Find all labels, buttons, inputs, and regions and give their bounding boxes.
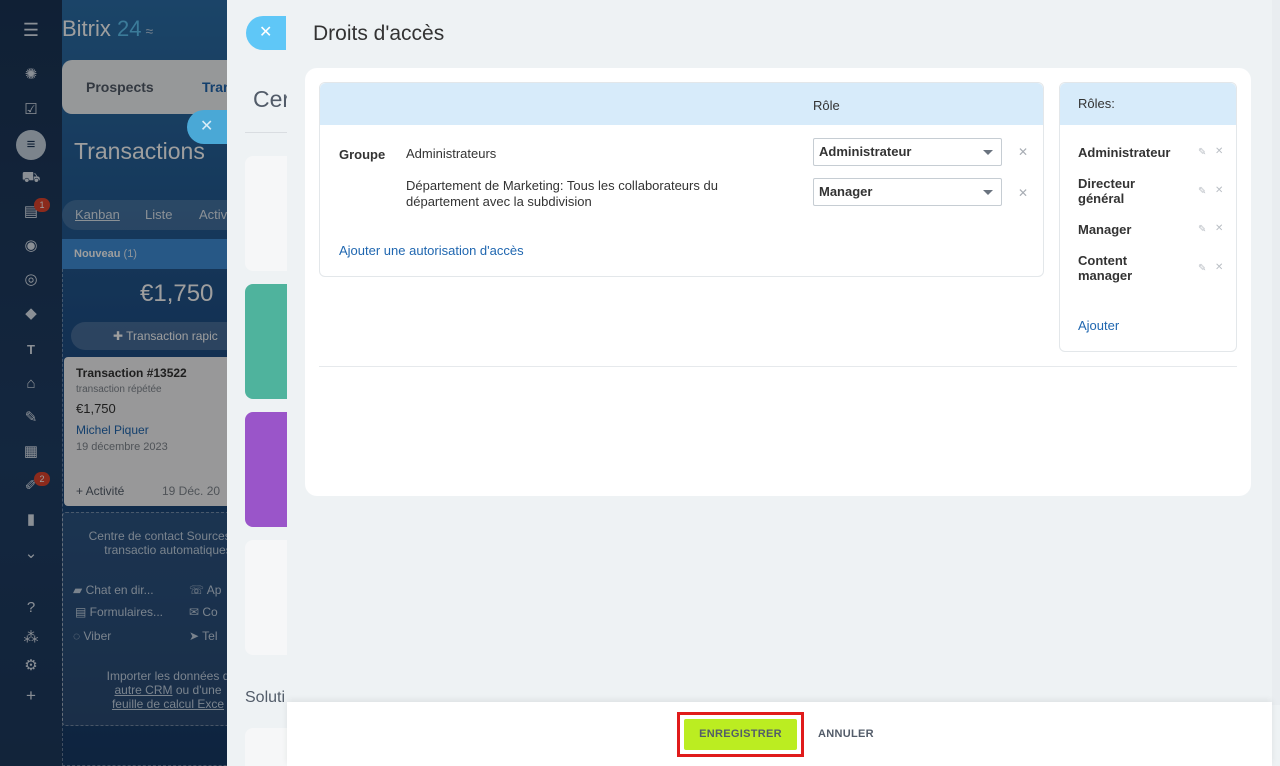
edit-role-icon[interactable]: ✎	[1198, 224, 1206, 235]
solutions-heading: Soluti	[245, 689, 286, 706]
edit-role-icon[interactable]: ✎	[1198, 147, 1206, 158]
permissions-table: Rôle Groupe Administrateurs Administrate…	[319, 82, 1044, 277]
access-subject-name: Département de Marketing: Tous les colla…	[406, 178, 718, 209]
add-role-link[interactable]: Ajouter	[1078, 318, 1119, 333]
role-item[interactable]: Manager	[1078, 222, 1188, 237]
permissions-header: Rôle	[320, 83, 1043, 125]
add-access-permission-link[interactable]: Ajouter une autorisation d'accès	[339, 243, 524, 258]
remove-access-icon[interactable]: ✕	[1018, 145, 1028, 159]
tile[interactable]	[245, 412, 287, 527]
role-column-header: Rôle	[813, 98, 840, 113]
tile[interactable]	[245, 284, 287, 399]
edit-role-icon[interactable]: ✎	[1198, 263, 1206, 274]
divider	[245, 132, 287, 133]
delete-role-icon[interactable]: ✕	[1215, 223, 1223, 234]
delete-role-icon[interactable]: ✕	[1215, 185, 1223, 196]
delete-role-icon[interactable]: ✕	[1215, 146, 1223, 157]
access-subject-name: Administrateurs	[406, 146, 497, 161]
access-rights-card: Rôle Groupe Administrateurs Administrate…	[305, 68, 1251, 496]
group-label: Groupe	[339, 147, 386, 162]
role-select[interactable]: Administrateur	[813, 138, 1002, 166]
edit-role-icon[interactable]: ✎	[1198, 186, 1206, 197]
remove-access-icon[interactable]: ✕	[1018, 186, 1028, 200]
roles-list: Rôles: Administrateur ✎ ✕ Directeur géné…	[1059, 82, 1237, 352]
chevron-down-icon	[983, 190, 993, 195]
role-item[interactable]: Administrateur	[1078, 145, 1188, 160]
close-background-slider-icon[interactable]: ✕	[187, 110, 227, 144]
tile[interactable]	[245, 728, 287, 766]
role-item[interactable]: Content manager	[1078, 253, 1148, 283]
role-select[interactable]: Manager	[813, 178, 1002, 206]
roles-header: Rôles:	[1060, 83, 1236, 125]
underlying-slider: Cer Soluti	[227, 0, 287, 766]
save-button[interactable]: ENREGISTRER	[684, 719, 797, 750]
delete-role-icon[interactable]: ✕	[1215, 262, 1223, 273]
cancel-button[interactable]: ANNULER	[811, 719, 881, 750]
underlying-slider-title: Cer	[253, 86, 287, 112]
close-slider-icon[interactable]: ✕	[246, 16, 286, 50]
chevron-down-icon	[983, 150, 993, 155]
page-title: Droits d'accès	[313, 22, 445, 45]
footer-bar: ENREGISTRER ANNULER	[287, 702, 1272, 766]
role-item[interactable]: Directeur général	[1078, 176, 1168, 206]
scrollbar[interactable]	[1272, 0, 1280, 705]
tile[interactable]	[245, 540, 287, 655]
divider	[319, 366, 1237, 367]
access-rights-slider: Droits d'accès Rôle Groupe Administrateu…	[287, 0, 1280, 766]
tile[interactable]	[245, 156, 287, 271]
